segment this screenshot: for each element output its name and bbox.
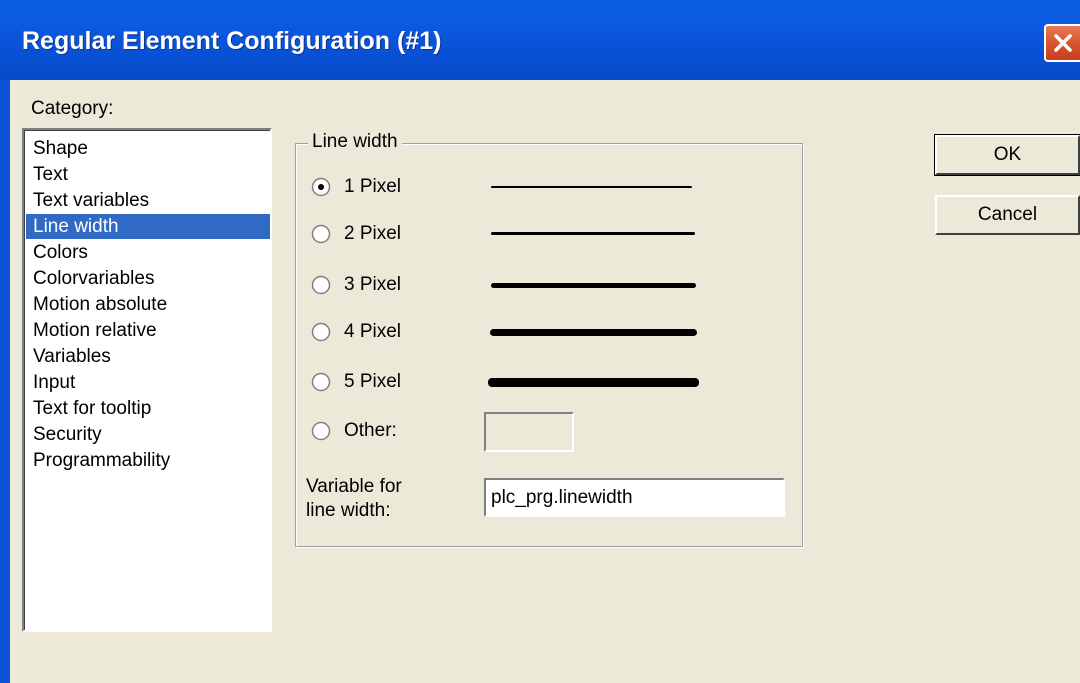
line-width-group-label: Line width	[308, 131, 402, 153]
radio-4-pixel-label[interactable]: 4 Pixel	[344, 321, 401, 343]
sample-line-1px	[491, 186, 692, 188]
category-list[interactable]: Shape Text Text variables Line width Col…	[22, 128, 272, 632]
radio-3-pixel-label[interactable]: 3 Pixel	[344, 274, 401, 296]
radio-1-pixel[interactable]	[311, 177, 331, 197]
title-bar[interactable]: Regular Element Configuration (#1)	[0, 0, 1080, 80]
window-left-border	[0, 80, 10, 683]
variable-line-width-input[interactable]: plc_prg.linewidth	[484, 478, 785, 517]
radio-5-pixel-label[interactable]: 5 Pixel	[344, 371, 401, 393]
radio-other-label[interactable]: Other:	[344, 420, 397, 442]
radio-2-pixel[interactable]	[311, 224, 331, 244]
close-button[interactable]	[1044, 24, 1080, 62]
category-item-input[interactable]: Input	[26, 370, 270, 395]
other-width-field[interactable]	[484, 412, 574, 452]
sample-line-3px	[491, 283, 696, 288]
dialog-window: Regular Element Configuration (#1) Categ…	[0, 0, 1080, 683]
category-item-text-for-tooltip[interactable]: Text for tooltip	[26, 396, 270, 421]
category-label: Category:	[31, 98, 114, 119]
sample-line-2px	[491, 232, 695, 235]
sample-line-5px	[488, 378, 699, 387]
radio-5-pixel[interactable]	[311, 372, 331, 392]
variable-label-line2: line width:	[306, 500, 391, 521]
radio-3-pixel[interactable]	[311, 275, 331, 295]
ok-button[interactable]: OK	[934, 134, 1080, 176]
category-item-variables[interactable]: Variables	[26, 344, 270, 369]
category-item-text-variables[interactable]: Text variables	[26, 188, 270, 213]
close-icon	[1054, 34, 1072, 52]
category-item-line-width[interactable]: Line width	[26, 214, 270, 239]
variable-label-line1: Variable for	[306, 476, 402, 497]
category-item-programmability[interactable]: Programmability	[26, 448, 270, 473]
category-item-security[interactable]: Security	[26, 422, 270, 447]
sample-line-4px	[490, 329, 697, 336]
radio-other[interactable]	[311, 421, 331, 441]
radio-2-pixel-label[interactable]: 2 Pixel	[344, 223, 401, 245]
category-item-colorvariables[interactable]: Colorvariables	[26, 266, 270, 291]
category-item-text[interactable]: Text	[26, 162, 270, 187]
category-item-motion-relative[interactable]: Motion relative	[26, 318, 270, 343]
category-item-motion-absolute[interactable]: Motion absolute	[26, 292, 270, 317]
radio-4-pixel[interactable]	[311, 322, 331, 342]
radio-1-pixel-label[interactable]: 1 Pixel	[344, 176, 401, 198]
window-title: Regular Element Configuration (#1)	[22, 27, 442, 55]
category-item-shape[interactable]: Shape	[26, 136, 270, 161]
cancel-button[interactable]: Cancel	[935, 195, 1080, 235]
category-item-colors[interactable]: Colors	[26, 240, 270, 265]
